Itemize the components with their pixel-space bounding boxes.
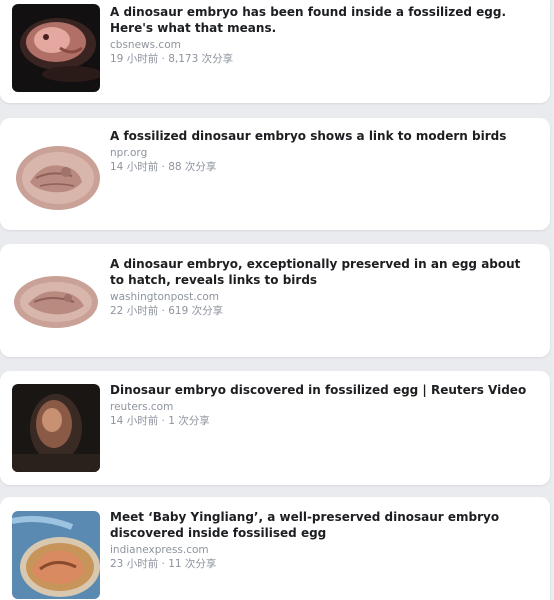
- article-thumbnail[interactable]: [12, 511, 100, 599]
- article-meta: 19 小时前 · 8,173 次分享: [110, 53, 234, 65]
- article-domain: washingtonpost.com: [110, 291, 220, 303]
- article-card[interactable]: A dinosaur embryo, exceptionally preserv…: [0, 244, 550, 357]
- article-thumbnail[interactable]: [12, 132, 100, 220]
- article-meta: 22 小时前 · 619 次分享: [110, 305, 224, 317]
- article-meta: 14 小时前 · 1 次分享: [110, 415, 210, 427]
- article-thumbnail[interactable]: [12, 256, 100, 344]
- article-thumbnail[interactable]: [12, 4, 100, 92]
- article-card[interactable]: A fossilized dinosaur embryo shows a lin…: [0, 118, 550, 230]
- article-domain: indianexpress.com: [110, 544, 209, 556]
- article-card[interactable]: Meet ‘Baby Yingliang’, a well-preserved …: [0, 497, 550, 600]
- article-domain: cbsnews.com: [110, 39, 181, 51]
- article-title[interactable]: A fossilized dinosaur embryo shows a lin…: [110, 128, 536, 144]
- news-feed: A dinosaur embryo has been found inside …: [0, 0, 554, 600]
- article-domain: reuters.com: [110, 401, 174, 413]
- article-domain: npr.org: [110, 147, 148, 159]
- article-card[interactable]: A dinosaur embryo has been found inside …: [0, 0, 550, 103]
- article-title[interactable]: A dinosaur embryo has been found inside …: [110, 4, 536, 36]
- article-title[interactable]: Dinosaur embryo discovered in fossilized…: [110, 382, 536, 398]
- article-card[interactable]: Dinosaur embryo discovered in fossilized…: [0, 371, 550, 485]
- article-title[interactable]: Meet ‘Baby Yingliang’, a well-preserved …: [110, 509, 536, 541]
- article-thumbnail[interactable]: [12, 384, 100, 472]
- article-title[interactable]: A dinosaur embryo, exceptionally preserv…: [110, 256, 536, 288]
- article-meta: 14 小时前 · 88 次分享: [110, 161, 217, 173]
- article-meta: 23 小时前 · 11 次分享: [110, 558, 217, 570]
